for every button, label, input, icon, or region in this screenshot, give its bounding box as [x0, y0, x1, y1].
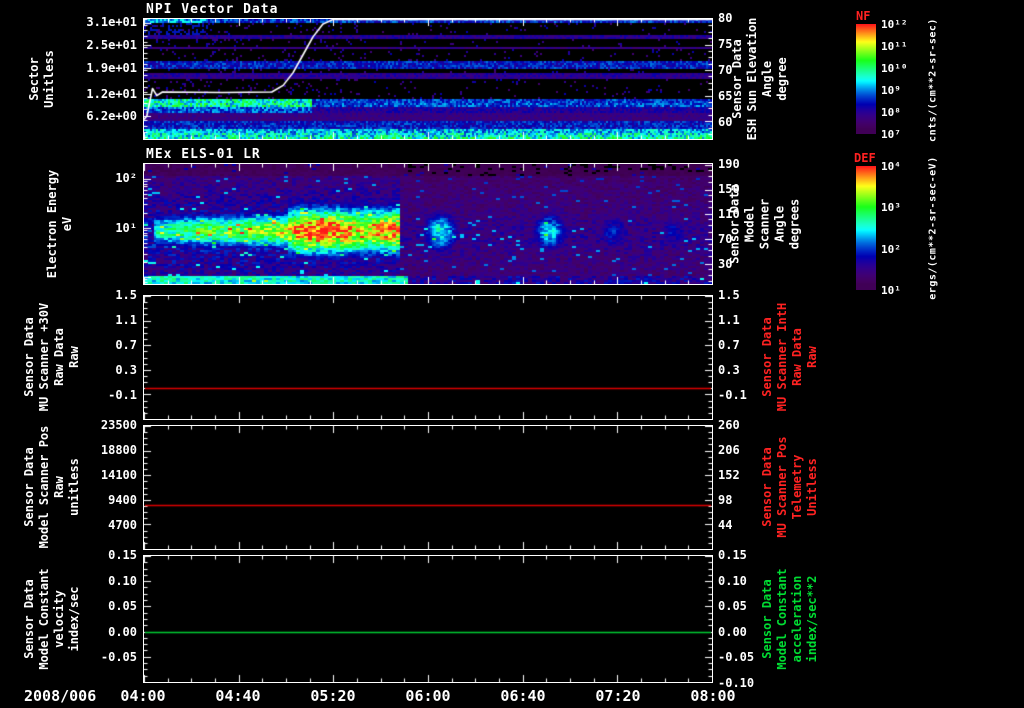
time-tick-label: 07:20 [595, 687, 641, 705]
colorbar-nf [856, 24, 876, 138]
colorbar-def-unit-label: ergs/(cm**2-sr-sec-eV) [927, 156, 939, 300]
colorbar-tick-label: 10¹⁰ [881, 62, 908, 75]
y-tick-label: 190 [718, 157, 740, 172]
time-tick-label: 06:40 [500, 687, 546, 705]
y-tick-label: -0.1 [718, 388, 747, 402]
axis-label-sector: Sector Unitless [27, 50, 56, 108]
colorbar-nf-title: NF [856, 9, 871, 23]
colorbar-nf-canvas [856, 24, 876, 134]
time-tick-label: 04:00 [120, 687, 166, 705]
y-tick-label: -0.05 [718, 650, 755, 665]
axis-label-electron-energy: Electron Energy eV [45, 169, 74, 279]
y-tick-label: 206 [718, 443, 740, 457]
y-tick-label: 0.05 [718, 599, 747, 614]
colorbar-tick-label: 10⁸ [881, 106, 901, 119]
y-tick-label: 0.00 [718, 624, 747, 639]
model-scanner-pos-canvas [144, 426, 712, 549]
colorbar-def-title: DEF [854, 151, 876, 165]
y-tick-label: 0.3 [718, 363, 740, 377]
date-label: 2008/006 [24, 687, 97, 705]
colorbar-def-canvas [856, 166, 876, 290]
axis-label-scanner-angle: Sensor Data Model Scanner Angle degrees [727, 184, 802, 264]
model-constant-velocity-canvas [144, 556, 712, 682]
colorbar-tick-label: 10⁷ [881, 128, 901, 141]
axis-label-model-scanner-pos: Sensor Data Model Scanner Pos Raw unitle… [22, 425, 81, 549]
panel-npi-title: NPI Vector Data [146, 2, 279, 17]
axis-label-model-velocity: Sensor Data Model Constant velocity inde… [22, 568, 81, 670]
colorbar-tick-label: 10¹ [881, 284, 901, 297]
plot-window: NPI Vector Data MEx ELS-01 LR Sector Uni… [0, 0, 1024, 708]
panel-els-spectrogram [143, 163, 713, 285]
y-tick-label: 44 [718, 518, 733, 532]
time-tick-label: 05:20 [310, 687, 356, 705]
panel-els-title: MEx ELS-01 LR [146, 147, 261, 162]
npi-spectrogram-canvas [144, 19, 712, 139]
y-tick-label: 3.1e+01 [86, 14, 137, 29]
y-tick-label: 1.5 [718, 288, 740, 302]
mu-scanner-raw-canvas [144, 296, 712, 419]
colorbar-nf-unit-label: cnts/(cm**2-sr-sec) [927, 18, 939, 142]
colorbar-tick-label: 10¹¹ [881, 40, 908, 53]
y-tick-label: 152 [718, 468, 740, 482]
y-tick-label: 1.5 [115, 288, 137, 302]
axis-label-mu-scanner-30v: Sensor Data MU Scanner +30V Raw Data Raw [22, 302, 81, 412]
colorbar-tick-label: 10⁹ [881, 84, 901, 97]
axis-label-sun-elevation: Sensor Data ESH Sun Elevation Angle degr… [730, 17, 789, 141]
panel-npi-spectrogram [143, 18, 713, 140]
y-tick-label: 1.9e+01 [86, 60, 137, 75]
axis-label-mu-scanner-inth: Sensor Data MU Scanner IntH Raw Data Raw [760, 302, 819, 412]
time-tick-label: 08:00 [690, 687, 736, 705]
y-tick-label: 2.5e+01 [86, 37, 137, 52]
els-spectrogram-canvas [144, 164, 712, 284]
y-tick-label: 260 [718, 418, 740, 432]
time-tick-label: 04:40 [215, 687, 261, 705]
y-tick-label: 1.1 [718, 313, 740, 327]
panel-model-scanner-pos [143, 425, 713, 550]
colorbar-def [856, 166, 876, 294]
panel-model-constant-vel [143, 555, 713, 683]
axis-label-model-acceleration: Sensor Data Model Constant acceleration … [760, 568, 819, 670]
colorbar-tick-label: 10⁴ [881, 160, 901, 173]
y-tick-label: 6.2e+00 [86, 109, 137, 124]
y-tick-label: 0.15 [108, 548, 137, 562]
panel-mu-scanner-raw [143, 295, 713, 420]
y-tick-label: 0.10 [718, 573, 747, 588]
axis-label-mu-scanner-pos: Sensor Data MU Scanner Pos Telemetry Uni… [760, 436, 819, 538]
colorbar-tick-label: 10² [881, 242, 901, 256]
y-tick-label: -0.10 [718, 676, 755, 690]
y-tick-label: 0.7 [718, 338, 740, 352]
colorbar-tick-label: 10³ [881, 201, 901, 215]
y-tick-label: 0.15 [718, 548, 747, 562]
y-tick-label: 1.2e+01 [86, 87, 137, 102]
colorbar-tick-label: 10¹² [881, 18, 908, 31]
y-tick-label: 98 [718, 493, 733, 507]
time-tick-label: 06:00 [405, 687, 451, 705]
